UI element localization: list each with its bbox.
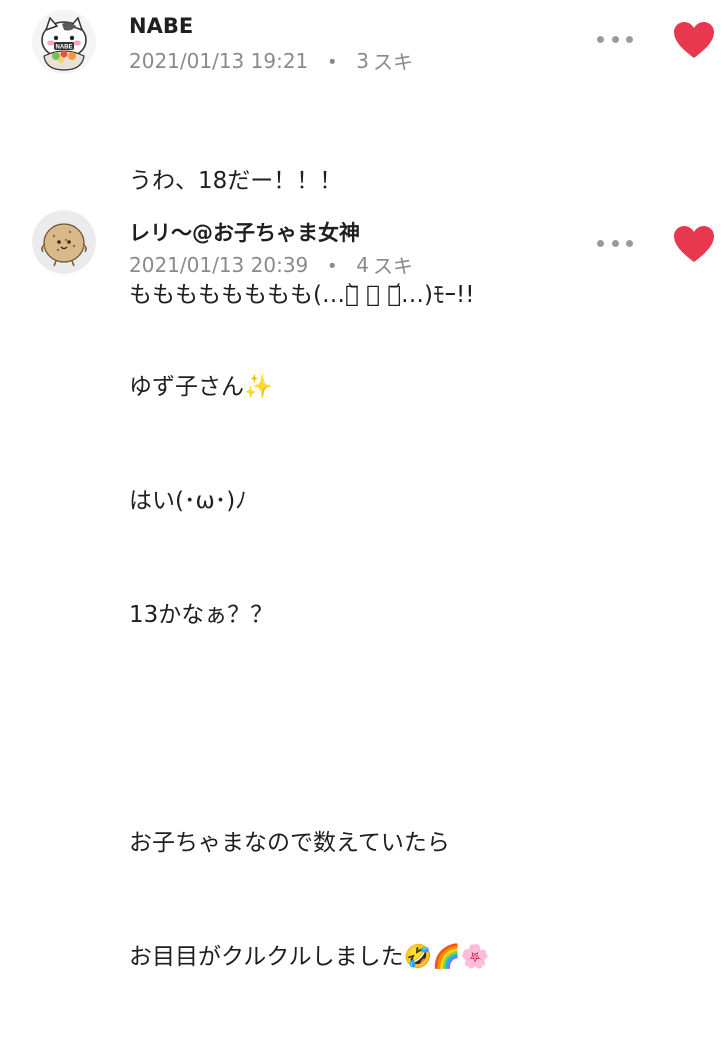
comment-line: お子ちゃまなので数えていたら [129, 830, 450, 856]
comment-line: はい(･ω･)ﾉ [129, 488, 247, 514]
comment-meta: 2021/01/13 19:21 ・ 3 スキ [129, 46, 413, 75]
more-dot [597, 35, 604, 43]
cat-avatar-icon: NABE [32, 10, 96, 74]
comment-author[interactable]: NABE [129, 14, 193, 38]
more-dot [611, 239, 619, 247]
comment-line: 13かなぁ？？ [129, 602, 274, 628]
comment-line: ゆず子さん✨ [129, 374, 273, 400]
comment-item: レリ〜@お子ちゃま女神 2021/01/13 20:39 ・ 4 スキ ゆず子さ… [0, 200, 727, 970]
like-label[interactable]: スキ [373, 46, 413, 75]
like-count[interactable]: 3 [356, 49, 369, 73]
comment-timestamp: 2021/01/13 20:39 [129, 252, 309, 277]
heart-icon[interactable] [672, 20, 716, 60]
comment-timestamp: 2021/01/13 19:21 [129, 48, 309, 73]
more-dot [626, 239, 633, 247]
more-dot [611, 35, 619, 43]
more-dot [597, 239, 604, 247]
meta-separator: ・ [322, 50, 343, 74]
meta-separator: ・ [322, 254, 343, 278]
avatar[interactable] [32, 210, 96, 274]
more-dot [626, 35, 633, 43]
comment-author[interactable]: レリ〜@お子ちゃま女神 [129, 217, 360, 247]
comment-line: お目目がクルクルしました🤣🌈🌸 [129, 944, 490, 970]
heart-icon[interactable] [672, 224, 716, 264]
svg-text:NABE: NABE [55, 45, 72, 51]
comment-line: うわ、18だー！！！ [129, 168, 343, 194]
more-options-button[interactable] [597, 32, 633, 46]
comment-line [129, 710, 490, 748]
like-count[interactable]: 4 [356, 253, 369, 277]
comment-body: ゆず子さん✨ はい(･ω･)ﾉ 13かなぁ？？ お子ちゃまなので数えていたら お… [129, 292, 490, 1052]
comment-meta: 2021/01/13 20:39 ・ 4 スキ [129, 250, 413, 279]
potato-avatar-icon [32, 210, 96, 274]
like-label[interactable]: スキ [373, 250, 413, 279]
avatar[interactable]: NABE [32, 10, 96, 74]
more-options-button[interactable] [597, 236, 633, 250]
comment-item: NABE NABE 2021/01/13 19:21 ・ 3 スキ うわ、18だ… [0, 0, 727, 308]
